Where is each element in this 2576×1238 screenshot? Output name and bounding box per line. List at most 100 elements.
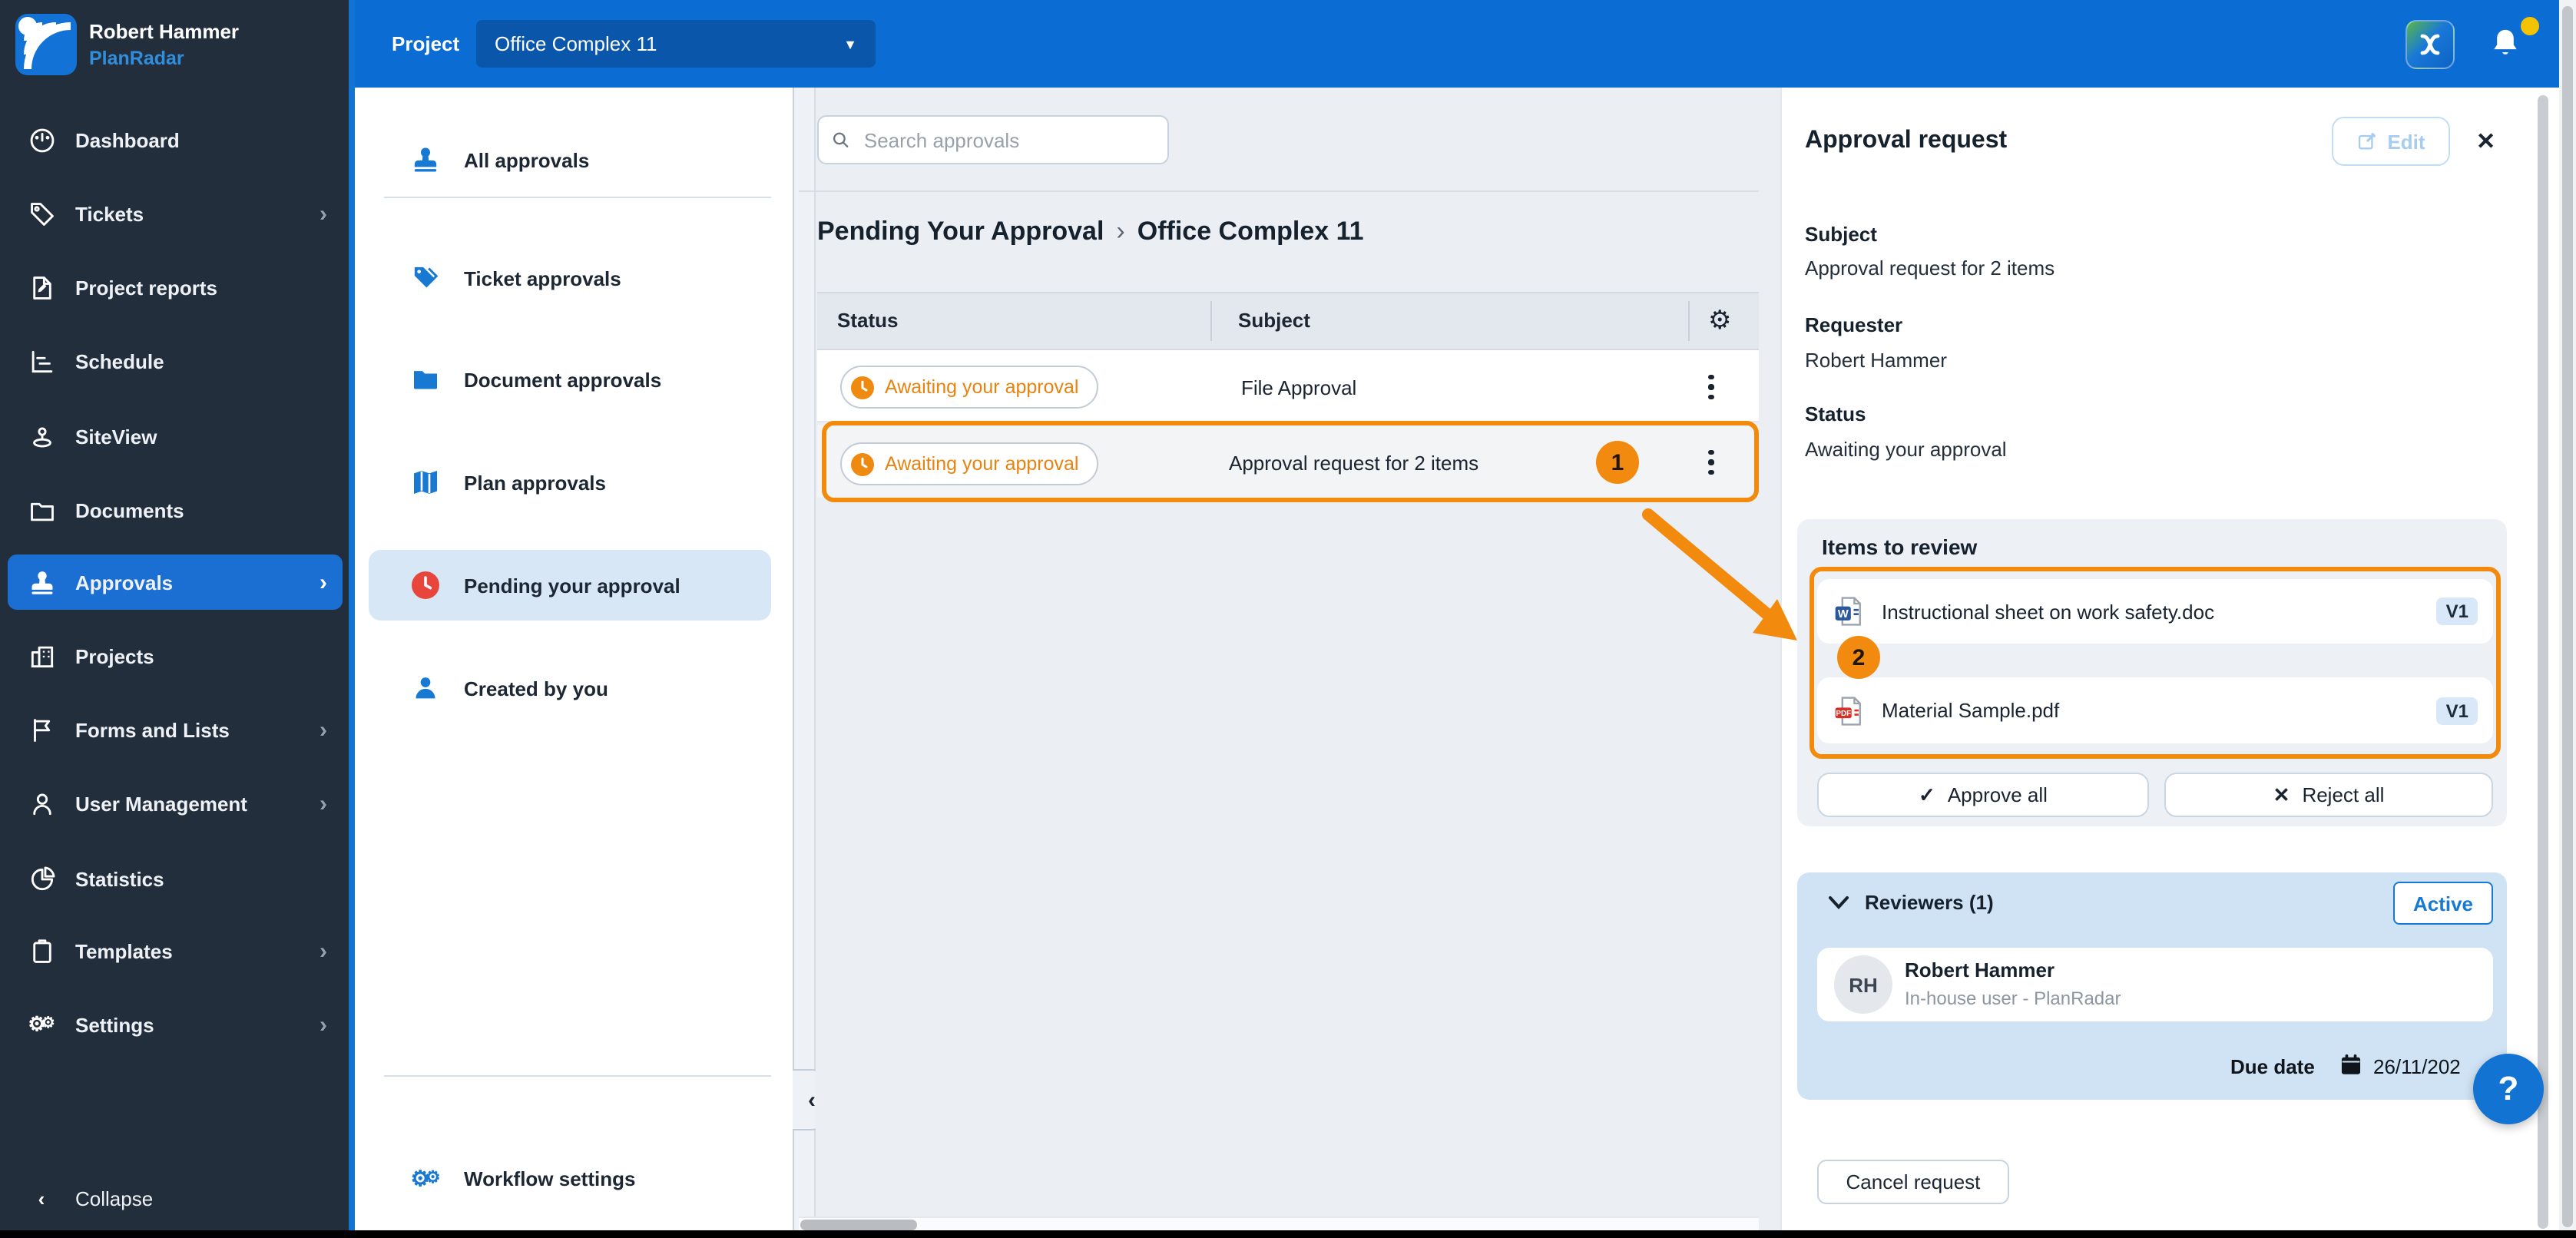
screen-bottom-bar bbox=[0, 1230, 2576, 1238]
planradar-app: Project Office Complex 11 ▼ Robert Hamme… bbox=[0, 0, 2576, 1238]
sidebar-collapse-button[interactable]: ‹ Collapse bbox=[8, 1170, 343, 1226]
sidebar-item-user-management[interactable]: User Management › bbox=[8, 776, 343, 831]
sidebar-item-siteview[interactable]: SiteView bbox=[8, 409, 343, 464]
breadcrumb-parent[interactable]: Pending Your Approval bbox=[817, 217, 1104, 246]
field-label-status: Status bbox=[1805, 402, 1866, 425]
subnav-divider bbox=[384, 197, 771, 198]
approvals-list-area bbox=[816, 88, 1759, 1238]
ticket-approvals-tag-icon bbox=[409, 261, 442, 295]
table-settings-gear-icon[interactable]: ⚙ bbox=[1708, 306, 1732, 336]
sidebar-item-forms-and-lists[interactable]: Forms and Lists › bbox=[8, 702, 343, 757]
project-selector-value: Office Complex 11 bbox=[495, 32, 657, 55]
project-selector[interactable]: Office Complex 11 ▼ bbox=[476, 20, 876, 68]
field-value-subject: Approval request for 2 items bbox=[1805, 257, 2055, 280]
file-name: Material Sample.pdf bbox=[1882, 699, 2437, 722]
subnav-document-approvals[interactable]: Document approvals bbox=[369, 352, 771, 407]
divider bbox=[799, 190, 1759, 192]
reviewer-subtitle: In-house user - PlanRadar bbox=[1905, 988, 2121, 1009]
cancel-request-button[interactable]: Cancel request bbox=[1817, 1160, 2009, 1204]
project-label: Project bbox=[392, 32, 459, 55]
subnav-pending-your-approval[interactable]: Pending your approval bbox=[369, 550, 771, 621]
chevron-right-icon: › bbox=[320, 790, 327, 816]
subnav-ticket-approvals[interactable]: Ticket approvals bbox=[369, 250, 771, 306]
forms-flag-icon bbox=[26, 714, 57, 745]
sidebar-item-projects[interactable]: Projects bbox=[8, 628, 343, 684]
approvals-stamp-icon bbox=[26, 567, 57, 597]
field-value-status: Awaiting your approval bbox=[1805, 438, 2007, 461]
sidebar-item-schedule[interactable]: Schedule bbox=[8, 333, 343, 389]
file-name: Instructional sheet on work safety.doc bbox=[1882, 600, 2437, 623]
sidebar-item-statistics[interactable]: Statistics bbox=[8, 851, 343, 906]
word-file-icon: W bbox=[1833, 594, 1866, 628]
subnav-plan-approvals[interactable]: Plan approvals bbox=[369, 455, 771, 510]
file-row[interactable]: W Instructional sheet on work safety.doc… bbox=[1817, 579, 2493, 644]
vertical-scrollbar-thumb[interactable] bbox=[2562, 6, 2573, 1227]
sidebar-item-documents[interactable]: Documents bbox=[8, 482, 343, 538]
svg-text:PDF: PDF bbox=[1836, 709, 1851, 717]
search-approvals-box[interactable] bbox=[817, 115, 1169, 164]
chevron-right-icon: › bbox=[320, 938, 327, 964]
chevron-down-icon[interactable] bbox=[1828, 895, 1849, 911]
siteview-icon bbox=[26, 421, 57, 452]
close-icon[interactable]: ✕ bbox=[2476, 127, 2495, 155]
sidebar-item-project-reports[interactable]: Project reports bbox=[8, 260, 343, 315]
sidebar-item-tickets[interactable]: Tickets › bbox=[8, 186, 343, 241]
check-icon: ✓ bbox=[1919, 783, 1935, 807]
subnav-all-approvals[interactable]: All approvals bbox=[369, 132, 771, 187]
user-name: Robert Hammer bbox=[89, 20, 239, 43]
sidebar-item-templates[interactable]: Templates › bbox=[8, 923, 343, 978]
file-version-badge: V1 bbox=[2437, 697, 2478, 724]
pencil-icon bbox=[2356, 131, 2378, 152]
horizontal-scrollbar-thumb[interactable] bbox=[800, 1219, 917, 1230]
chevron-left-icon: ‹ bbox=[808, 1087, 816, 1113]
caret-down-icon: ▼ bbox=[843, 36, 857, 51]
help-button[interactable]: ? bbox=[2473, 1054, 2544, 1124]
approve-all-button[interactable]: ✓ Approve all bbox=[1817, 773, 2149, 817]
column-header-status[interactable]: Status bbox=[837, 309, 898, 332]
horizontal-scrollbar[interactable] bbox=[799, 1216, 1759, 1232]
row-menu-kebab-icon[interactable] bbox=[1694, 442, 1728, 482]
connect-app-icon[interactable] bbox=[2405, 20, 2455, 69]
pending-clock-icon bbox=[409, 568, 442, 602]
subnav-divider bbox=[384, 1075, 771, 1077]
notification-dot bbox=[2521, 17, 2539, 35]
chevron-right-icon: › bbox=[320, 1011, 327, 1038]
column-header-subject[interactable]: Subject bbox=[1238, 309, 1310, 332]
annotation-step-2: 2 bbox=[1837, 636, 1880, 679]
statistics-pie-icon bbox=[26, 863, 57, 894]
project-reports-icon bbox=[26, 272, 57, 303]
user-management-icon bbox=[26, 788, 57, 819]
column-divider bbox=[1688, 301, 1690, 341]
edit-button[interactable]: Edit bbox=[2332, 117, 2450, 166]
clock-icon bbox=[851, 376, 874, 399]
settings-gears-icon: ⚙⚙ bbox=[26, 1009, 57, 1040]
reviewer-name: Robert Hammer bbox=[1905, 958, 2055, 981]
row-subject[interactable]: File Approval bbox=[1241, 376, 1356, 399]
panel-gutter bbox=[793, 88, 816, 1238]
sidebar-accent-line bbox=[349, 0, 355, 1238]
search-input[interactable] bbox=[861, 127, 1155, 153]
row-menu-kebab-icon[interactable] bbox=[1694, 367, 1728, 407]
subnav-workflow-settings[interactable]: ⚙⚙ Workflow settings bbox=[369, 1150, 771, 1206]
panel-title: Approval request bbox=[1805, 127, 2007, 155]
file-row[interactable]: PDF Material Sample.pdf V1 bbox=[1817, 677, 2493, 743]
breadcrumb-separator-icon: › bbox=[1104, 217, 1137, 246]
panel-scrollbar-thumb[interactable] bbox=[2538, 95, 2548, 1229]
reject-all-button[interactable]: ✕ Reject all bbox=[2164, 773, 2493, 817]
sidebar-item-approvals[interactable]: Approvals › bbox=[8, 554, 343, 610]
sidebar-item-settings[interactable]: ⚙⚙ Settings › bbox=[8, 997, 343, 1052]
chevron-left-icon: ‹ bbox=[26, 1183, 57, 1213]
all-approvals-stamp-icon bbox=[409, 143, 442, 177]
search-icon bbox=[831, 129, 850, 151]
reviewers-active-filter-button[interactable]: Active bbox=[2393, 882, 2493, 925]
tickets-icon bbox=[26, 198, 57, 229]
notifications-bell-icon[interactable] bbox=[2485, 23, 2525, 74]
calendar-icon bbox=[2338, 1051, 2364, 1078]
row-subject[interactable]: Approval request for 2 items bbox=[1229, 452, 1478, 475]
cross-icon: ✕ bbox=[2273, 783, 2290, 807]
subnav-created-by-you[interactable]: Created by you bbox=[369, 660, 771, 716]
sidebar-item-dashboard[interactable]: Dashboard bbox=[8, 112, 343, 167]
due-date-value: 26/11/202 bbox=[2373, 1055, 2461, 1078]
user-company: PlanRadar bbox=[89, 48, 184, 69]
annotation-step-1: 1 bbox=[1596, 441, 1639, 484]
